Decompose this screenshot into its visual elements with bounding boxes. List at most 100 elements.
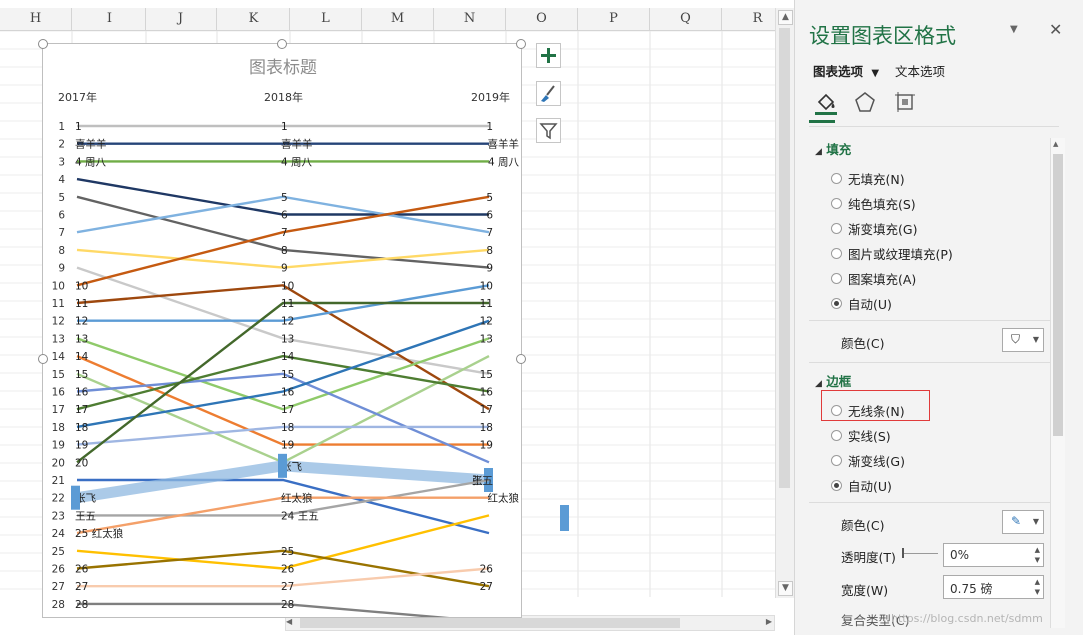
- data-label: 4 周八: [281, 156, 313, 168]
- tab-text-options[interactable]: 文本选项: [895, 61, 945, 80]
- chart-filters-button[interactable]: [536, 118, 561, 143]
- data-label: 11: [480, 298, 493, 310]
- data-label: 17: [480, 404, 493, 416]
- rank-axis-tick: 9: [58, 263, 65, 275]
- selected-point-marker: [278, 453, 287, 478]
- rank-axis-tick: 16: [52, 387, 66, 399]
- fill-option-pattern[interactable]: 图案填充(A): [831, 269, 916, 287]
- data-label: 12: [281, 316, 294, 328]
- column-header-m[interactable]: M: [362, 8, 434, 30]
- scroll-up-icon[interactable]: ▲: [1053, 140, 1058, 148]
- fill-option-solid[interactable]: 纯色填充(S): [831, 194, 916, 212]
- scroll-up-icon[interactable]: ▲: [778, 10, 793, 25]
- column-header-p[interactable]: P: [578, 8, 650, 30]
- slider-thumb[interactable]: [902, 548, 904, 558]
- column-header-h[interactable]: H: [0, 8, 72, 30]
- rank-axis-tick: 13: [52, 333, 65, 345]
- scroll-left-icon[interactable]: ◀: [286, 617, 292, 626]
- border-color-picker[interactable]: ✎ ▼: [1002, 510, 1044, 534]
- data-label: 15: [281, 369, 294, 381]
- rank-axis-tick: 21: [52, 475, 65, 487]
- data-label: 喜羊羊: [281, 138, 313, 151]
- width-input[interactable]: 0.75 磅 ▲ ▼: [943, 575, 1044, 599]
- rank-axis-tick: 18: [52, 422, 65, 434]
- resize-handle-mr[interactable]: [516, 354, 526, 364]
- vertical-scrollbar[interactable]: ▲ ▼: [775, 8, 794, 598]
- data-label: 13: [281, 333, 294, 345]
- column-headers: HIJKLMNOPQR: [0, 8, 794, 31]
- spinner-icon[interactable]: ▲ ▼: [1035, 545, 1040, 565]
- pen-icon: ✎: [1011, 514, 1022, 528]
- resize-handle-tl[interactable]: [38, 39, 48, 49]
- column-header-q[interactable]: Q: [650, 8, 722, 30]
- chevron-down-icon: ▼: [871, 68, 880, 79]
- fill-section-header[interactable]: ◢ 填充: [815, 139, 851, 158]
- rank-axis-tick: 5: [58, 192, 65, 204]
- column-header-j[interactable]: J: [145, 8, 217, 30]
- scroll-right-icon[interactable]: ▶: [766, 617, 772, 626]
- pane-scroll-thumb[interactable]: [1053, 154, 1063, 436]
- hscroll-thumb[interactable]: [300, 618, 680, 628]
- radio-icon[interactable]: [831, 247, 842, 259]
- data-label: 王五: [472, 475, 493, 487]
- column-header-i[interactable]: I: [74, 8, 146, 30]
- fill-option-none[interactable]: 无填充(N): [831, 169, 905, 187]
- resize-handle-tr[interactable]: [516, 39, 526, 49]
- data-label: 18: [75, 422, 88, 434]
- border-section-header[interactable]: ◢ 边框: [815, 371, 851, 390]
- rank-axis-tick: 25: [52, 546, 65, 558]
- effects-pentagon-icon[interactable]: [853, 90, 877, 114]
- pane-scrollbar[interactable]: ▲: [1050, 138, 1065, 628]
- data-label: 12: [75, 316, 88, 328]
- chart-styles-button[interactable]: [536, 81, 561, 106]
- data-label: 25 红太狼: [75, 527, 124, 540]
- column-header-n[interactable]: N: [434, 8, 506, 30]
- rank-axis-tick: 11: [52, 298, 65, 310]
- close-icon[interactable]: ✕: [1049, 20, 1062, 39]
- rank-axis-tick: 24: [52, 528, 66, 540]
- radio-icon[interactable]: [831, 454, 842, 466]
- radio-icon[interactable]: [831, 172, 842, 184]
- fill-section-label: 填充: [826, 142, 852, 157]
- radio-icon[interactable]: [831, 222, 842, 234]
- tab-chart-options[interactable]: 图表选项 ▼: [813, 61, 879, 80]
- fill-option-gradient[interactable]: 渐变填充(G): [831, 219, 917, 237]
- data-label: 20: [75, 457, 88, 469]
- spinner-icon[interactable]: ▲ ▼: [1035, 577, 1040, 597]
- radio-icon[interactable]: [831, 272, 842, 284]
- radio-checked-icon[interactable]: [831, 479, 842, 491]
- scroll-thumb[interactable]: [779, 28, 790, 488]
- radio-icon[interactable]: [831, 429, 842, 441]
- border-option-auto[interactable]: 自动(U): [831, 476, 892, 494]
- resize-handle-tc[interactable]: [277, 39, 287, 49]
- pane-title: 设置图表区格式: [809, 24, 956, 48]
- border-option-gradient[interactable]: 渐变线(G): [831, 451, 905, 469]
- fill-option-picture[interactable]: 图片或纹理填充(P): [831, 244, 953, 262]
- rank-axis-tick: 15: [52, 369, 65, 381]
- data-label: 红太狼: [281, 492, 313, 505]
- fill-color-picker[interactable]: ⛉ ▼: [1002, 328, 1044, 352]
- column-header-k[interactable]: K: [218, 8, 290, 30]
- data-label: 1: [486, 121, 493, 133]
- size-properties-icon[interactable]: [893, 90, 917, 114]
- radio-checked-icon[interactable]: [831, 297, 842, 309]
- fill-option-auto[interactable]: 自动(U): [831, 294, 892, 312]
- radio-icon[interactable]: [831, 197, 842, 209]
- data-label: 5: [281, 192, 288, 204]
- transparency-slider[interactable]: [903, 553, 938, 554]
- rank-axis-tick: 1: [58, 121, 65, 133]
- data-label: 19: [75, 440, 88, 452]
- scroll-down-icon[interactable]: ▼: [778, 581, 793, 596]
- column-header-l[interactable]: L: [290, 8, 362, 30]
- resize-handle-ml[interactable]: [38, 354, 48, 364]
- fill-line-icon[interactable]: [813, 90, 839, 116]
- spreadsheet-area[interactable]: HIJKLMNOPQR ▲ ▼ ◀ ▶ 图表标题 2017年 2018年 201…: [0, 0, 794, 635]
- pane-options-icon[interactable]: ▼: [1010, 24, 1018, 35]
- transparency-input[interactable]: 0% ▲ ▼: [943, 543, 1044, 567]
- bump-chart[interactable]: 图表标题 2017年 2018年 2019年 1 2 3 4 5 6 7 8 9 10 11 12 13…: [42, 43, 522, 618]
- rank-axis-tick: 17: [52, 404, 65, 416]
- data-label: 10: [480, 280, 493, 292]
- chart-elements-button[interactable]: [536, 43, 561, 68]
- border-option-solid[interactable]: 实线(S): [831, 426, 891, 444]
- column-header-o[interactable]: O: [506, 8, 578, 30]
